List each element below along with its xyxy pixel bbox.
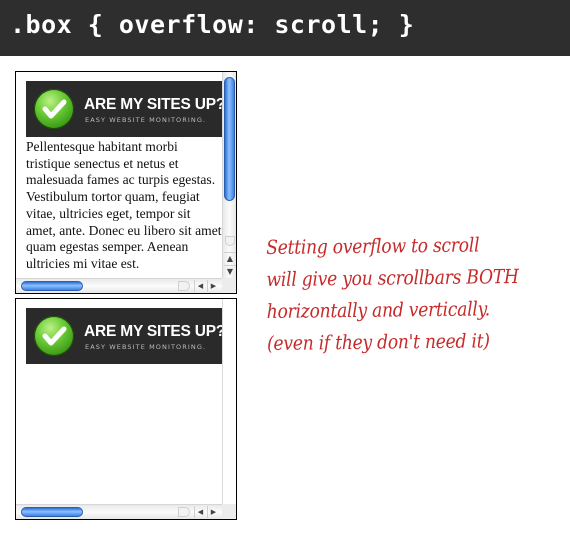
scroll-box-empty[interactable]: ARE MY SITES UP? EASY WEBSITE MONITORING… [15, 298, 237, 520]
right-arrow-icon[interactable]: ▶ [207, 506, 219, 518]
note-line: Setting overflow to scroll [266, 233, 480, 259]
note-line: horizontally and vertically. [266, 297, 491, 323]
site-banner: ARE MY SITES UP? EASY WEBSITE MONITORING… [26, 308, 226, 364]
site-banner: ARE MY SITES UP? EASY WEBSITE MONITORING… [26, 81, 226, 137]
banner-subtitle: EASY WEBSITE MONITORING. [85, 116, 207, 124]
vertical-scrollbar[interactable]: ▲ ▼ [222, 72, 236, 279]
horizontal-scroll-thumb[interactable] [21, 507, 83, 517]
check-icon [34, 316, 74, 356]
left-arrow-icon[interactable]: ◀ [194, 280, 206, 292]
scrollbar-corner [222, 504, 236, 519]
banner-title: ARE MY SITES UP? [84, 323, 226, 340]
handwritten-note: Setting overflow to scroll will give you… [266, 229, 531, 360]
left-arrow-icon[interactable]: ◀ [194, 506, 206, 518]
lorem-paragraph: Pellentesque habitant morbi tristique se… [26, 139, 222, 271]
right-arrow-icon[interactable]: ▶ [207, 280, 219, 292]
up-arrow-icon[interactable]: ▲ [224, 252, 236, 264]
down-arrow-icon[interactable]: ▼ [224, 265, 236, 277]
header-code: .box { overflow: scroll; } [10, 10, 415, 39]
banner-subtitle: EASY WEBSITE MONITORING. [85, 343, 207, 351]
vertical-scroll-thumb[interactable] [224, 77, 235, 201]
vertical-scroll-track-end [225, 236, 235, 246]
vertical-scrollbar[interactable] [222, 299, 236, 505]
note-line: (even if they don't need it) [266, 329, 490, 355]
check-icon [34, 89, 74, 129]
note-line: will give you scrollbars BOTH [266, 264, 519, 291]
horizontal-scroll-track-end [178, 281, 190, 291]
horizontal-scrollbar[interactable]: ◀ ▶ [16, 504, 236, 519]
horizontal-scrollbar[interactable]: ◀ ▶ [16, 278, 236, 293]
scrollbar-corner [222, 278, 236, 293]
banner-title: ARE MY SITES UP? [84, 96, 226, 113]
horizontal-scroll-track-end [178, 507, 190, 517]
header-bar: .box { overflow: scroll; } [0, 0, 570, 56]
scroll-box-overflowing[interactable]: ARE MY SITES UP? EASY WEBSITE MONITORING… [15, 71, 237, 294]
horizontal-scroll-thumb[interactable] [21, 281, 83, 291]
